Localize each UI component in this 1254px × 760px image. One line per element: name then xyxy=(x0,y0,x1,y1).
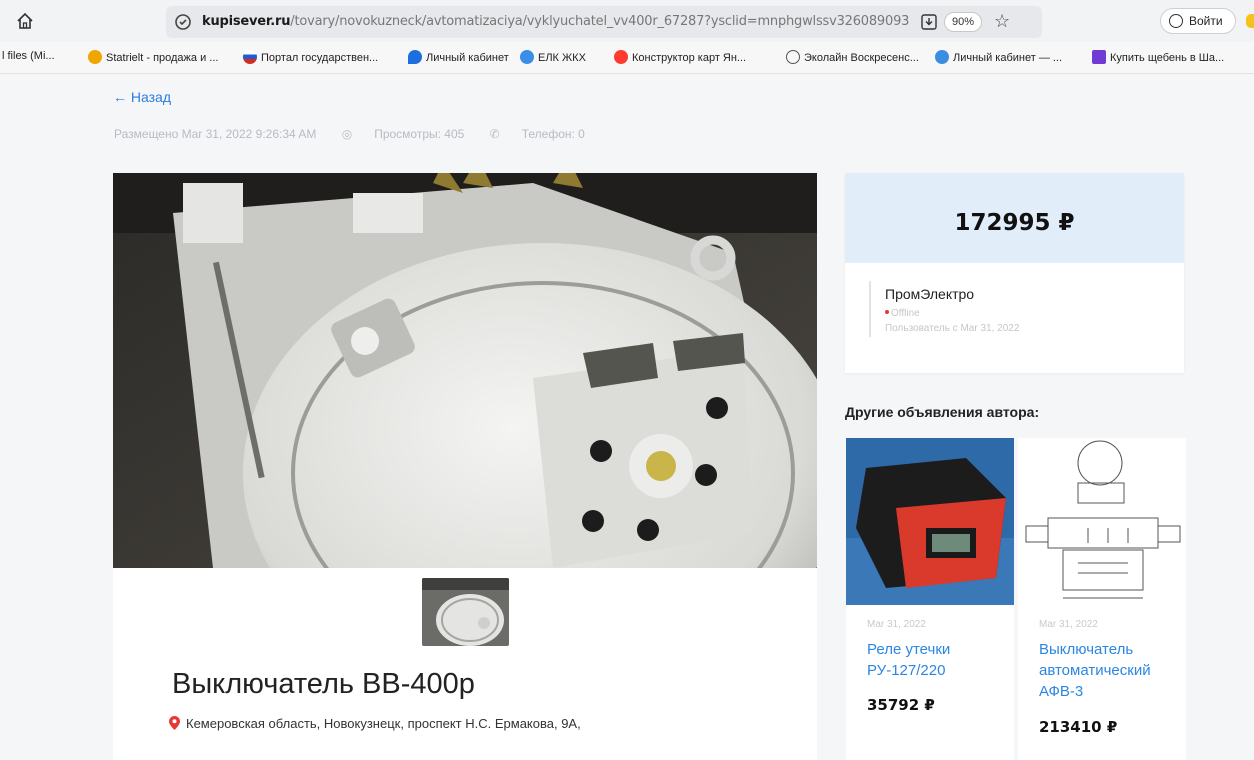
login-button[interactable]: Войти xyxy=(1160,8,1236,34)
gosuslugi-icon xyxy=(243,50,257,64)
ad-date: Mar 31, 2022 xyxy=(867,619,926,630)
ad-date: Mar 31, 2022 xyxy=(1039,619,1098,630)
other-ads-heading: Другие объявления автора: xyxy=(845,404,1040,420)
map-pin-icon xyxy=(614,50,628,64)
browser-toolbar: kupisever.ru/tovary/novokuzneck/avtomati… xyxy=(0,0,1254,42)
ad-price: 213410 ₽ xyxy=(1039,718,1118,736)
phone-count: Телефон: 0 xyxy=(521,127,585,141)
other-ad-card[interactable]: Mar 31, 2022 Выключатель автоматический … xyxy=(1018,438,1186,760)
zoom-badge[interactable]: 90% xyxy=(944,12,983,32)
product-photo[interactable] xyxy=(113,173,817,568)
bookmark-item[interactable]: Конструктор карт Ян... xyxy=(614,50,746,64)
seller-divider xyxy=(869,281,871,337)
drop-icon xyxy=(408,50,422,64)
ad-image[interactable] xyxy=(846,438,1014,605)
user-icon xyxy=(1169,14,1183,28)
listing-card: Выключатель ВВ-400р Кемеровская область,… xyxy=(113,173,817,760)
ad-price: 35792 ₽ xyxy=(867,696,935,714)
bookmark-item[interactable]: Портал государствен... xyxy=(243,50,378,64)
bookmark-item[interactable]: ЕЛК ЖКХ xyxy=(520,50,586,64)
views-count: Просмотры: 405 xyxy=(374,127,465,141)
listing-price: 172995 ₽ xyxy=(954,210,1075,236)
listing-location: Кемеровская область, Новокузнецк, проспе… xyxy=(169,716,581,731)
seller-since: Пользователь с Mar 31, 2022 xyxy=(885,323,1020,334)
bookmark-item[interactable]: Купить щебень в Ша... xyxy=(1092,50,1224,64)
extension-icon[interactable] xyxy=(1246,14,1254,28)
listing-title: Выключатель ВВ-400р xyxy=(172,668,475,700)
url-text[interactable]: kupisever.ru/tovary/novokuzneck/avtomati… xyxy=(202,14,909,29)
location-pin-icon xyxy=(169,716,180,730)
seller-status: Offline xyxy=(885,308,920,319)
back-link[interactable]: ← Назад xyxy=(113,89,171,105)
seller-name[interactable]: ПромЭлектро xyxy=(885,286,974,302)
home-icon[interactable] xyxy=(14,10,36,32)
phone-icon: ✆ xyxy=(489,127,500,141)
elk-icon xyxy=(520,50,534,64)
download-icon[interactable] xyxy=(920,13,938,31)
bookmark-item[interactable]: Statrielt - продажа и ... xyxy=(88,50,218,64)
account-icon xyxy=(935,50,949,64)
eye-icon: ◎ xyxy=(341,127,353,141)
address-bar[interactable]: kupisever.ru/tovary/novokuzneck/avtomati… xyxy=(166,6,1042,38)
status-dot xyxy=(885,310,889,314)
listing-meta: Размещено Mar 31, 2022 9:26:34 AM ◎ Просм… xyxy=(114,127,607,141)
globe-icon xyxy=(786,50,800,64)
shield-icon[interactable] xyxy=(174,13,192,31)
ad-title-link[interactable]: Реле утечки РУ-127/220 xyxy=(867,639,1007,681)
other-ad-card[interactable]: Mar 31, 2022 Реле утечки РУ-127/220 3579… xyxy=(846,438,1014,760)
bookmark-item[interactable]: Личный кабинет — ... xyxy=(935,50,1062,64)
star-icon[interactable]: ☆ xyxy=(994,11,1010,32)
statrielt-icon xyxy=(88,50,102,64)
bookmark-item[interactable]: l files (Mi... xyxy=(2,50,55,62)
play-icon xyxy=(1092,50,1106,64)
bookmark-item[interactable]: Эколайн Воскресенс... xyxy=(786,50,919,64)
posted-date: Размещено Mar 31, 2022 9:26:34 AM xyxy=(114,127,317,141)
photo-thumbnail[interactable] xyxy=(422,578,509,646)
ad-title-link[interactable]: Выключатель автоматический АФВ-3 xyxy=(1039,639,1179,702)
ad-image[interactable] xyxy=(1018,438,1186,605)
price-card: 172995 ₽ ПромЭлектро Offline Пользовател… xyxy=(845,173,1184,373)
bookmark-item[interactable]: Личный кабинет xyxy=(408,50,509,64)
bookmarks-bar: l files (Mi... Statrielt - продажа и ...… xyxy=(0,42,1254,74)
